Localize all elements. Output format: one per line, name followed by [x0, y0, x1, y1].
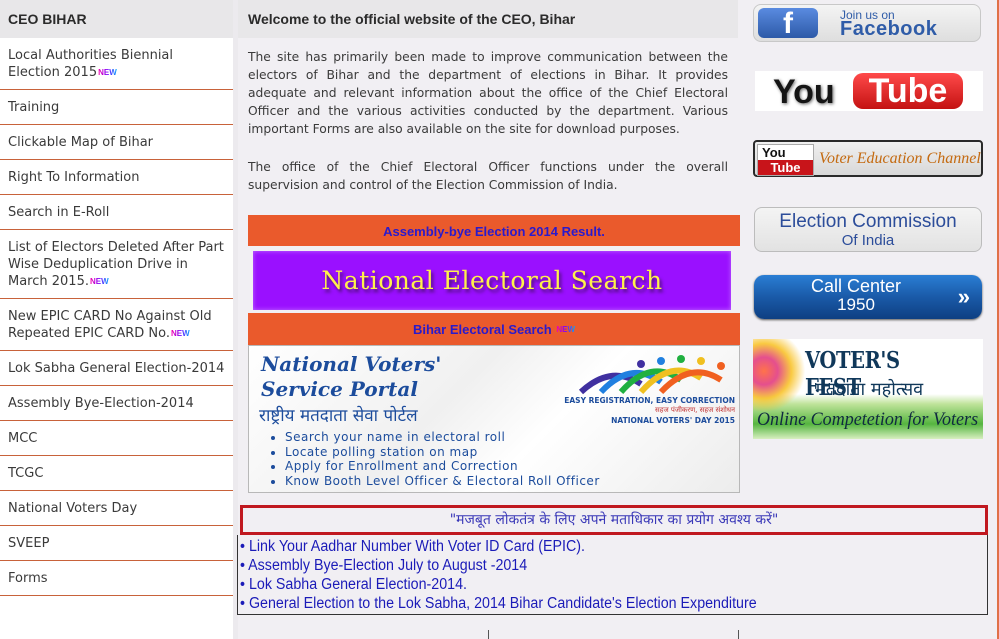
sidebar: CEO BIHAR Local Authorities Biennial Ele…: [0, 0, 233, 639]
sidebar-item[interactable]: Assembly Bye-Election-2014: [0, 386, 233, 421]
sidebar-item[interactable]: Training: [0, 90, 233, 125]
sidebar-menu: Local Authorities Biennial Election 2015…: [0, 38, 233, 596]
sidebar-item[interactable]: National Voters Day: [0, 491, 233, 526]
nvsp-bullet: Search your name in electoral roll: [285, 430, 600, 445]
double-chevron-right-icon: »: [957, 284, 970, 309]
sidebar-item-label: MCC: [8, 431, 38, 446]
nvsp-bullet: Apply for Enrollment and Correction: [285, 459, 600, 474]
sidebar-item-label: National Voters Day: [8, 501, 138, 516]
sidebar-item-label: Right To Information: [8, 170, 140, 185]
nvsp-title-1: National Voters': [261, 352, 442, 376]
sidebar-title: CEO BIHAR: [0, 0, 233, 38]
divider: [488, 630, 489, 639]
intro-paragraph-1: The site has primarily been made to impr…: [248, 50, 728, 136]
voter-education-channel-label: Voter Education Channel: [819, 150, 981, 167]
voters-fest-hindi: मतदाता महोत्सव: [815, 379, 924, 400]
youtube-icon-tube: Tube: [758, 160, 813, 175]
paint-splash-icon: [753, 339, 813, 419]
eci-label-2: Of India: [841, 232, 895, 249]
sidebar-item-label: Search in E-Roll: [8, 205, 110, 220]
nvsp-title-2: Service Portal: [261, 377, 418, 401]
new-badge-icon: NEW: [556, 313, 575, 347]
sidebar-item-label: Assembly Bye-Election-2014: [8, 396, 194, 411]
facebook-label: Facebook: [840, 18, 938, 40]
nvsp-tagline-1: EASY REGISTRATION, EASY CORRECTION: [564, 396, 735, 405]
voter-education-channel-button[interactable]: You Tube Voter Education Channel: [753, 140, 983, 177]
nvsp-tagline-2: सहज पंजीकरण, सहज संशोधन: [655, 406, 735, 414]
intro-paragraph-2: The office of the Chief Electoral Office…: [248, 160, 728, 192]
sidebar-item-label: Clickable Map of Bihar: [8, 135, 154, 150]
youtube-logo-tube: Tube: [853, 73, 963, 109]
sidebar-item-label: List of Electors Deleted After Part Wise…: [8, 240, 224, 289]
right-column: f Join us on Facebook You Tube You Tube …: [745, 0, 999, 639]
national-electoral-search-banner[interactable]: National Electoral Search: [253, 251, 731, 310]
page-title: Welcome to the official website of the C…: [238, 0, 738, 38]
election-commission-button[interactable]: Election Commission Of India: [754, 207, 982, 252]
nvsp-bullet: Know Booth Level Officer & Electoral Rol…: [285, 474, 600, 489]
call-center-button[interactable]: Call Center 1950 »: [754, 275, 982, 319]
voters-day-logo-icon: [578, 355, 725, 395]
sidebar-item-label: Training: [8, 100, 60, 115]
sidebar-item[interactable]: Search in E-Roll: [0, 195, 233, 230]
sidebar-item[interactable]: New EPIC CARD No Against Old Repeated EP…: [0, 299, 233, 351]
sidebar-item[interactable]: Clickable Map of Bihar: [0, 125, 233, 160]
sidebar-item[interactable]: Lok Sabha General Election-2014: [0, 351, 233, 386]
eci-label-1: Election Commission: [779, 211, 957, 232]
bihar-electoral-search-link[interactable]: Bihar Electoral Search NEW: [248, 313, 740, 345]
sidebar-item-label: Lok Sabha General Election-2014: [8, 361, 225, 376]
call-center-number: 1950: [837, 295, 875, 314]
youtube-icon-you: You: [762, 145, 786, 160]
sidebar-item[interactable]: MCC: [0, 421, 233, 456]
sidebar-item-label: TCGC: [8, 466, 44, 481]
sidebar-item-label: SVEEP: [8, 536, 50, 551]
youtube-button[interactable]: You Tube: [755, 71, 983, 111]
nvsp-bullet-list: Search your name in electoral roll Locat…: [271, 430, 600, 488]
sidebar-item-label: Local Authorities Biennial Election 2015: [8, 48, 174, 80]
youtube-icon: You Tube: [757, 144, 814, 176]
sidebar-item[interactable]: Right To Information: [0, 160, 233, 195]
new-badge-icon: NEW: [90, 273, 109, 290]
nvsp-tagline-3: NATIONAL VOTERS' DAY 2015: [611, 416, 735, 425]
voters-fest-banner[interactable]: VOTER'S FEST मतदाता महोत्सव Online Compe…: [753, 339, 983, 439]
new-badge-icon: NEW: [98, 64, 117, 81]
sidebar-item[interactable]: TCGC: [0, 456, 233, 491]
sidebar-item[interactable]: SVEEP: [0, 526, 233, 561]
new-badge-icon: NEW: [171, 325, 190, 342]
divider: [738, 630, 739, 639]
sidebar-item[interactable]: Local Authorities Biennial Election 2015…: [0, 38, 233, 90]
bihar-electoral-search-label: Bihar Electoral Search: [412, 322, 552, 337]
nvsp-banner[interactable]: National Voters' Service Portal राष्ट्री…: [248, 345, 740, 493]
sidebar-item[interactable]: Forms: [0, 561, 233, 596]
facebook-button[interactable]: f Join us on Facebook: [753, 4, 981, 42]
nvsp-hindi-title: राष्ट्रीय मतदाता सेवा पोर्टल: [259, 406, 418, 426]
voters-fest-subtitle: Online Competetion for Voters: [757, 409, 979, 430]
youtube-logo-you: You: [773, 73, 835, 111]
call-center-label: Call Center: [810, 276, 902, 296]
sidebar-item[interactable]: List of Electors Deleted After Part Wise…: [0, 230, 233, 299]
assembly-bye-result-link[interactable]: Assembly-bye Election 2014 Result.: [248, 215, 740, 246]
sidebar-item-label: Forms: [8, 571, 48, 586]
facebook-icon: f: [758, 8, 818, 40]
nvsp-bullet: Locate polling station on map: [285, 445, 600, 460]
